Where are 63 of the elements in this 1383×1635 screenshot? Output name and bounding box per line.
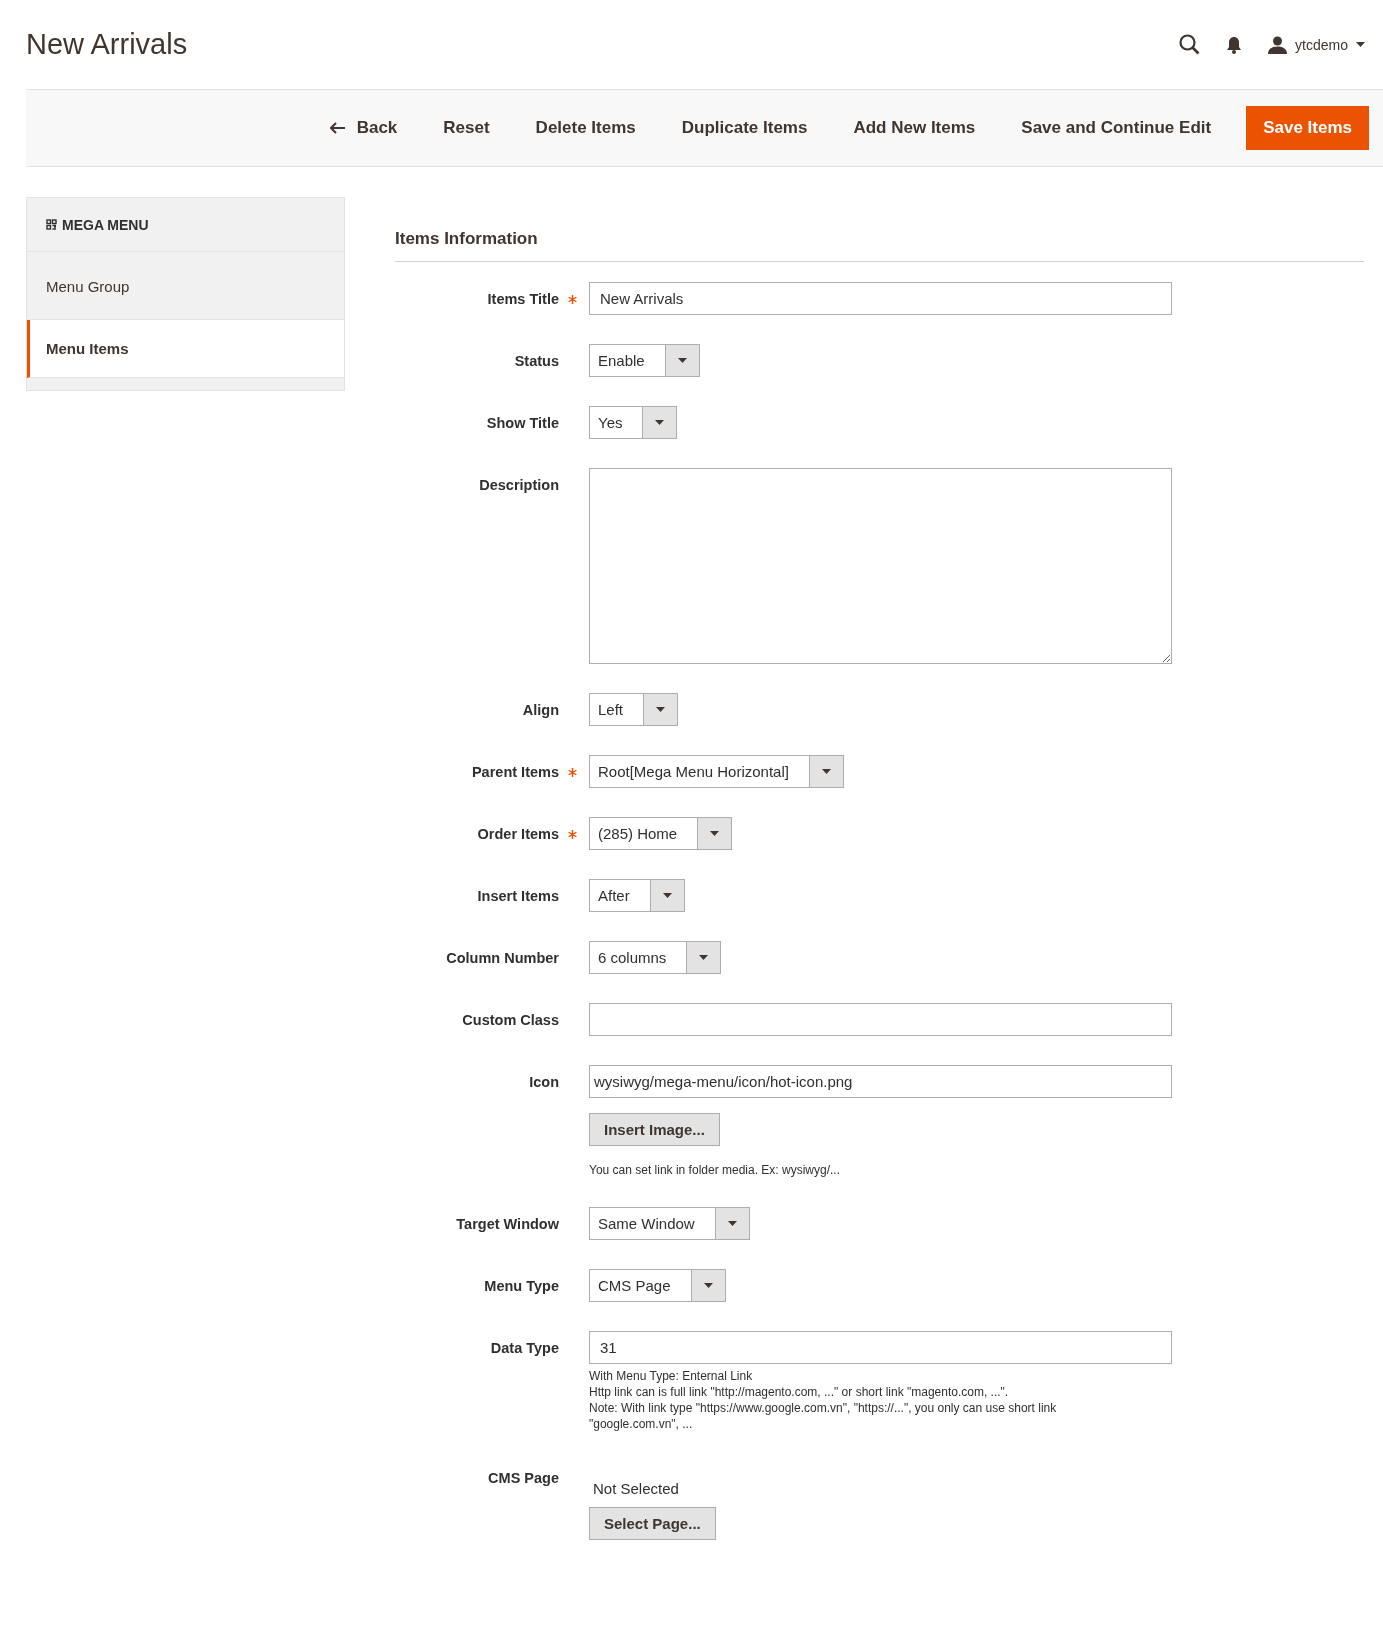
- caret-icon: [1356, 42, 1365, 47]
- field-label: Column Number: [446, 950, 559, 966]
- caret-icon: [662, 893, 672, 898]
- dropdown[interactable]: Left: [589, 693, 679, 726]
- search-icon[interactable]: [1179, 34, 1201, 55]
- sidebar-title: MEGA MENU: [62, 216, 149, 233]
- dropdown[interactable]: 6 columns: [589, 941, 722, 974]
- selected-page-text: Not Selected: [592, 1479, 679, 1499]
- dropdown[interactable]: Enable: [589, 344, 700, 377]
- insert-image-button[interactable]: Insert Image...: [589, 1113, 720, 1146]
- field-label: Target Window: [456, 1216, 559, 1232]
- back-button[interactable]: Back: [310, 106, 417, 150]
- bell-icon[interactable]: [1226, 35, 1243, 54]
- toolbar-button[interactable]: Add New Items: [834, 106, 995, 150]
- help-text: You can set link in folder media. Ex: wysiwyg/...: [589, 1162, 840, 1178]
- field-label: Custom Class: [462, 1012, 559, 1028]
- help-text: Http link can is full link "http://magento.com, ..." or short link "magento.com, ...".: [589, 1384, 1010, 1400]
- caret-icon: [677, 358, 687, 363]
- field-label: CMS Page: [488, 1470, 559, 1486]
- arrow-left-icon: [329, 122, 345, 134]
- text-field[interactable]: wysiwyg/mega-menu/icon/hot-icon.png: [589, 1065, 1172, 1098]
- dropdown[interactable]: (285) Home: [589, 817, 733, 850]
- field-label: Menu Type: [484, 1278, 559, 1294]
- caret-icon: [655, 420, 665, 425]
- user-icon: [1268, 35, 1288, 54]
- select-page-button[interactable]: Select Page...: [589, 1507, 716, 1540]
- page-title: New Arrivals: [26, 28, 189, 61]
- field-label: Description: [479, 477, 559, 493]
- field-label: Show Title: [486, 415, 559, 431]
- caret-icon: [821, 769, 831, 774]
- toolbar-button[interactable]: Save and Continue Edit: [1002, 106, 1231, 150]
- caret-icon: [699, 955, 709, 960]
- description-field[interactable]: [589, 468, 1172, 664]
- field-label: Items Title: [487, 291, 559, 307]
- dropdown[interactable]: Yes: [589, 406, 678, 439]
- caret-icon: [710, 831, 720, 836]
- field-label: Data Type: [490, 1340, 559, 1356]
- field-label: Insert Items: [477, 888, 559, 904]
- toolbar-button[interactable]: Duplicate Items: [662, 106, 827, 150]
- text-field[interactable]: [589, 1003, 1172, 1036]
- sidebar-item[interactable]: Menu Items: [27, 320, 344, 378]
- field-label: Parent Items: [471, 764, 559, 780]
- field-label: Align: [522, 702, 559, 718]
- grid-icon: [46, 219, 57, 230]
- dropdown[interactable]: Same Window: [589, 1207, 750, 1240]
- toolbar-button[interactable]: Delete Items: [516, 106, 655, 150]
- field-label: Status: [514, 353, 559, 369]
- dropdown[interactable]: Root[Mega Menu Horizontal]: [589, 755, 844, 788]
- field-label: Order Items: [477, 826, 559, 842]
- help-text: Note: With link type "https://www.google.com.vn", "https://...", you only can use short link "google.com.vn", ...: [589, 1400, 1058, 1432]
- field-label: Icon: [529, 1074, 559, 1090]
- caret-icon: [703, 1283, 713, 1288]
- caret-icon: [656, 707, 666, 712]
- caret-icon: [727, 1221, 737, 1226]
- save-button[interactable]: Save Items: [1246, 106, 1369, 150]
- dropdown[interactable]: CMS Page: [589, 1269, 726, 1302]
- help-text: With Menu Type: Enternal Link: [589, 1368, 754, 1384]
- dropdown[interactable]: After: [589, 879, 685, 912]
- text-field[interactable]: New Arrivals: [589, 282, 1172, 315]
- toolbar-button[interactable]: Reset: [424, 106, 509, 150]
- text-field[interactable]: 31: [589, 1331, 1172, 1364]
- user-menu[interactable]: ytcdemo: [1268, 35, 1365, 54]
- section-title: Items Information: [395, 197, 1364, 262]
